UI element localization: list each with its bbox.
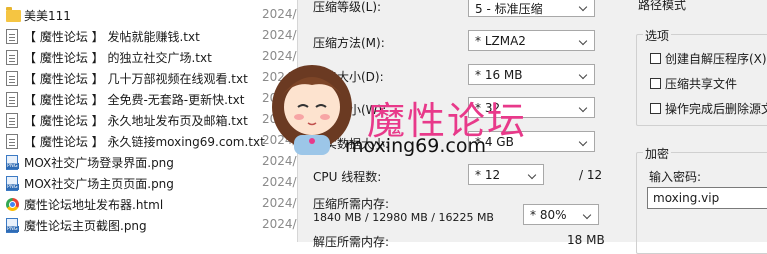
file-row[interactable]: 美美111 2024/1 (0, 5, 304, 25)
file-name: 魔性论坛主页截图.png (24, 219, 147, 233)
file-name: 【 魔性论坛 】 的独立社交广场.txt (24, 51, 212, 65)
file-row[interactable]: 魔性论坛主页截图.png2024/6/ (0, 215, 308, 235)
file-name: 【 魔性论坛 】 永久地址发布页及邮箱.txt (24, 114, 248, 128)
text-file-icon (6, 71, 18, 86)
file-name: 【 魔性论坛 】 全免费-无套路-更新快.txt (24, 93, 245, 107)
delete-after-checkbox-label[interactable]: 操作完成后删除源文 (665, 100, 767, 117)
file-list: 美美111 2024/1 【 魔性论坛 】 发帖就能赚钱.txt 2024/1 【 魔性… (0, 0, 308, 242)
file-name: MOX社交广场登录界面.png (24, 156, 174, 170)
shared-files-checkbox-label[interactable]: 压缩共享文件 (665, 75, 737, 92)
file-name: MOX社交广场主页页面.png (24, 177, 174, 191)
shared-files-checkbox[interactable] (650, 78, 661, 89)
memory-usage-detail: 1840 MB / 12980 MB / 16225 MB (313, 211, 494, 224)
file-name: 【 魔性论坛 】 永久链接moxing69.com.txt (24, 135, 265, 149)
options-title: 选项 (643, 27, 672, 44)
text-file-icon (6, 50, 18, 65)
png-file-icon (6, 218, 19, 233)
text-file-icon (6, 113, 18, 128)
password-input[interactable]: moxing.vip (647, 187, 767, 209)
delete-after-checkbox[interactable] (650, 103, 661, 114)
file-row[interactable]: 【 魔性论坛 】 的独立社交广场.txt 2024/1 (0, 47, 304, 67)
cpu-threads-value: * 12 (475, 168, 501, 182)
file-row[interactable]: 【 魔性论坛 】 永久地址发布页及邮箱.txt2024/ (0, 110, 300, 130)
file-row[interactable]: MOX社交广场登录界面.png2024/6/ (0, 152, 308, 172)
text-file-icon (6, 134, 18, 149)
path-mode-label: 路径模式 (638, 0, 687, 12)
file-row[interactable]: 【 魔性论坛 】 永久链接moxing69.com.txt 2024/6/ (0, 131, 308, 151)
memory-percent-value: * 80% (530, 208, 567, 222)
chevron-down-icon (582, 209, 594, 221)
dictionary-size-select[interactable]: * 16 MB (468, 64, 595, 85)
compression-method-select[interactable]: * LZMA2 (468, 30, 595, 51)
file-row[interactable]: 【 魔性论坛 】 发帖就能赚钱.txt 2024/1 (0, 26, 304, 46)
file-row[interactable]: 魔性论坛地址发布器.html 2024/6/ (0, 194, 308, 214)
compression-level-select[interactable]: 5 - 标准压缩 (468, 0, 595, 17)
chevron-down-icon (578, 1, 590, 13)
dictionary-size-value: * 16 MB (475, 68, 523, 82)
chevron-down-icon (578, 35, 590, 47)
compression-level-value: 5 - 标准压缩 (475, 2, 543, 16)
encryption-title: 加密 (643, 145, 672, 162)
file-name: 美美111 (24, 9, 71, 23)
memory-usage-label: 压缩所需内存: (313, 197, 390, 211)
png-file-icon (6, 155, 19, 170)
cpu-threads-select[interactable]: * 12 (468, 164, 544, 185)
password-value: moxing.vip (653, 191, 720, 205)
password-label: 输入密码: (649, 170, 702, 184)
sfx-checkbox[interactable] (650, 53, 661, 64)
file-row[interactable]: 【 魔性论坛 】 全免费-无套路-更新快.txt2024/1 (0, 89, 304, 109)
file-name: 【 魔性论坛 】 发帖就能赚钱.txt (24, 30, 200, 44)
chevron-down-icon (578, 69, 590, 81)
watermark-url: moxing69.com (345, 135, 486, 157)
chrome-html-icon (6, 198, 19, 211)
text-file-icon (6, 92, 18, 107)
text-file-icon (6, 29, 18, 44)
file-row[interactable]: 【 魔性论坛 】 几十万部视频在线观看.txt 2024/1 (0, 68, 304, 88)
sfx-checkbox-label[interactable]: 创建自解压程序(X) (665, 50, 767, 67)
decompress-memory-value: 18 MB (567, 233, 605, 247)
chevron-down-icon (578, 136, 590, 148)
file-name: 魔性论坛地址发布器.html (24, 198, 164, 212)
file-name: 【 魔性论坛 】 几十万部视频在线观看.txt (24, 72, 248, 86)
compression-level-label: 压缩等级(L): (313, 0, 382, 14)
memory-percent-select[interactable]: * 80% (523, 204, 599, 225)
file-row[interactable]: MOX社交广场主页页面.png2024/6/ (0, 173, 308, 193)
chevron-down-icon (578, 102, 590, 114)
cpu-threads-total: / 12 (579, 168, 603, 182)
compression-method-label: 压缩方法(M): (313, 36, 385, 50)
compression-method-value: * LZMA2 (475, 34, 526, 48)
folder-icon (6, 7, 21, 22)
png-file-icon (6, 176, 19, 191)
cpu-threads-label: CPU 线程数: (313, 170, 382, 184)
chevron-down-icon (527, 169, 539, 181)
